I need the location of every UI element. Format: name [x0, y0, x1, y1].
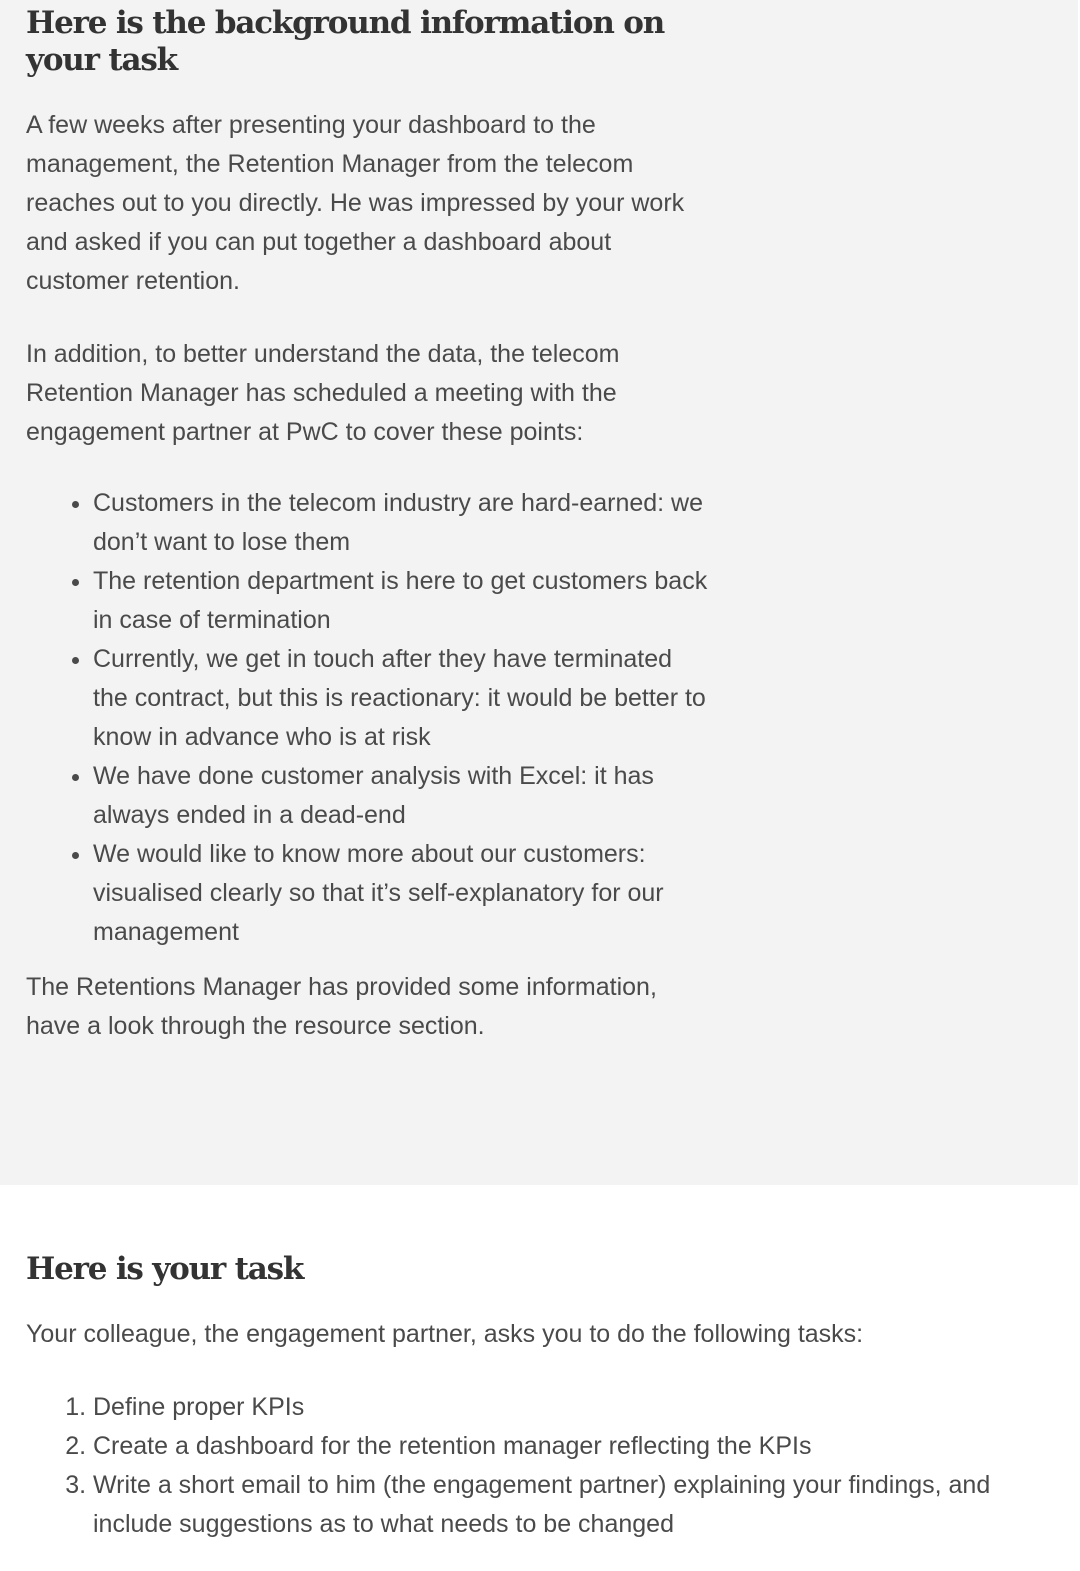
list-item: Define proper KPIs	[93, 1388, 1036, 1427]
list-item: Customers in the telecom industry are ha…	[93, 484, 710, 562]
list-item: We would like to know more about our cus…	[93, 835, 710, 952]
background-paragraph-3: The Retentions Manager has provided some…	[26, 973, 657, 1040]
meeting-points-list: Customers in the telecom industry are ha…	[0, 484, 710, 952]
task-section: Here is your task Your colleague, the en…	[0, 1185, 1080, 1571]
list-item: Create a dashboard for the retention man…	[93, 1427, 1036, 1466]
background-paragraph-1: A few weeks after presenting your dashbo…	[26, 111, 685, 295]
list-item: Currently, we get in touch after they ha…	[93, 640, 710, 757]
list-item: The retention department is here to get …	[93, 562, 710, 640]
list-item: Write a short email to him (the engageme…	[93, 1466, 1036, 1544]
background-section: Here is the background information on yo…	[0, 0, 1078, 1185]
task-title: Here is your task	[26, 1251, 304, 1287]
background-paragraph-2: In addition, to better understand the da…	[26, 340, 620, 446]
background-title: Here is the background information on yo…	[26, 5, 665, 78]
task-intro: Your colleague, the engagement partner, …	[26, 1320, 864, 1348]
task-steps-list: Define proper KPIs Create a dashboard fo…	[0, 1388, 1036, 1544]
list-item: We have done customer analysis with Exce…	[93, 757, 710, 835]
